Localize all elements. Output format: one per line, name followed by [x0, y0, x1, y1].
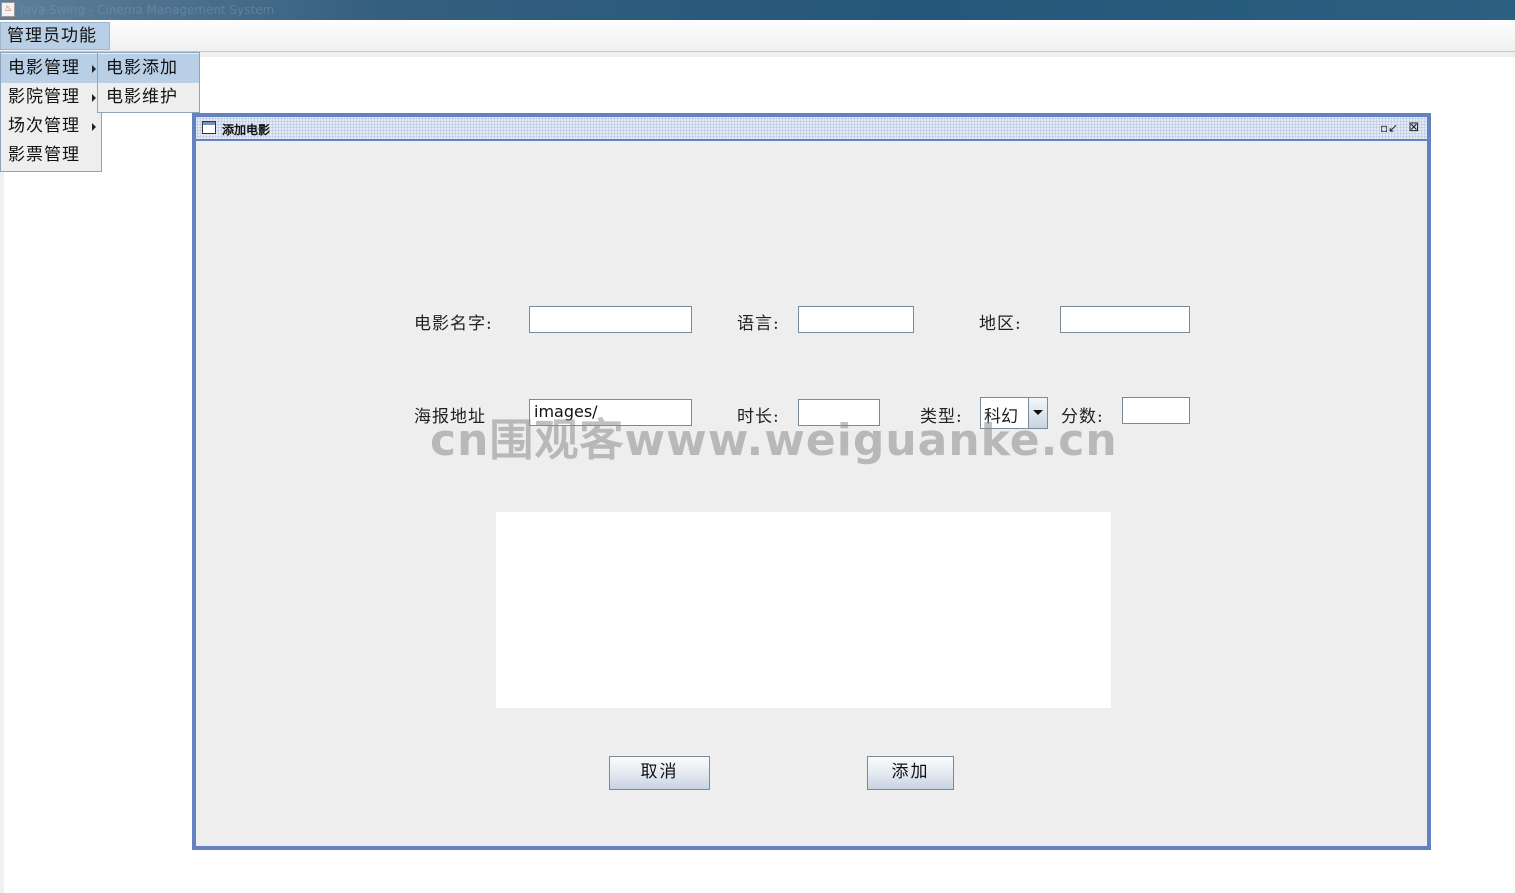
movie-name-label: 电影名字: — [414, 314, 493, 334]
duration-input[interactable] — [798, 399, 880, 426]
cancel-button[interactable]: 取消 — [609, 756, 710, 790]
menu-item-ticket-management[interactable]: 影票管理 — [1, 141, 101, 170]
menu-item-label: 影票管理 — [8, 145, 80, 165]
submenu-item-add-movie[interactable]: 电影添加 — [98, 54, 199, 83]
menu-item-label: 影院管理 — [8, 87, 80, 107]
movie-submenu: 电影添加 电影维护 — [97, 52, 200, 113]
internal-frame-titlebar[interactable]: 添加电影 ▫↙ ⊠ — [196, 117, 1427, 140]
add-movie-internal-frame: 添加电影 ▫↙ ⊠ — [192, 113, 1431, 850]
poster-preview-area — [496, 512, 1111, 708]
menu-item-movie-management[interactable]: 电影管理 — [1, 54, 101, 83]
type-label: 类型: — [920, 407, 963, 427]
chevron-down-icon[interactable] — [1028, 398, 1047, 428]
score-label: 分数: — [1061, 407, 1104, 427]
java-app-icon: ♨ — [1, 2, 15, 17]
restore-icon[interactable]: ▫↙ — [1380, 120, 1398, 136]
movie-name-input[interactable] — [529, 306, 692, 333]
poster-address-label: 海报地址 — [414, 407, 486, 427]
submenu-arrow-icon — [92, 65, 96, 73]
submenu-arrow-icon — [92, 123, 96, 131]
language-label: 语言: — [737, 314, 780, 334]
window-title: Java Swing - Cinema Management System — [20, 3, 275, 17]
type-select-value: 科幻 — [984, 407, 1018, 427]
menu-admin-functions[interactable]: 管理员功能 — [0, 22, 110, 50]
menu-item-label: 场次管理 — [8, 116, 80, 136]
menubar-divider — [0, 52, 1515, 57]
frame-window-icon — [202, 121, 216, 134]
menu-item-session-management[interactable]: 场次管理 — [1, 112, 101, 141]
window-titlebar[interactable]: ♨ Java Swing - Cinema Management System — [0, 0, 1515, 20]
poster-address-input[interactable]: images/ — [529, 399, 692, 426]
region-input[interactable] — [1060, 306, 1190, 333]
admin-dropdown-menu: 电影管理 影院管理 场次管理 影票管理 — [0, 52, 102, 172]
internal-frame-title: 添加电影 — [222, 123, 271, 137]
close-icon[interactable]: ⊠ — [1406, 120, 1422, 136]
submenu-arrow-icon — [92, 94, 96, 102]
submenu-item-maintain-movie[interactable]: 电影维护 — [98, 83, 199, 112]
duration-label: 时长: — [737, 407, 780, 427]
type-select[interactable]: 科幻 — [980, 397, 1048, 429]
region-label: 地区: — [979, 314, 1022, 334]
menubar — [0, 20, 1515, 52]
language-input[interactable] — [798, 306, 914, 333]
menu-item-label: 电影管理 — [8, 58, 80, 78]
add-movie-form-panel — [196, 141, 1427, 846]
add-button[interactable]: 添加 — [867, 756, 954, 790]
menu-item-cinema-management[interactable]: 影院管理 — [1, 83, 101, 112]
score-input[interactable] — [1122, 397, 1190, 424]
